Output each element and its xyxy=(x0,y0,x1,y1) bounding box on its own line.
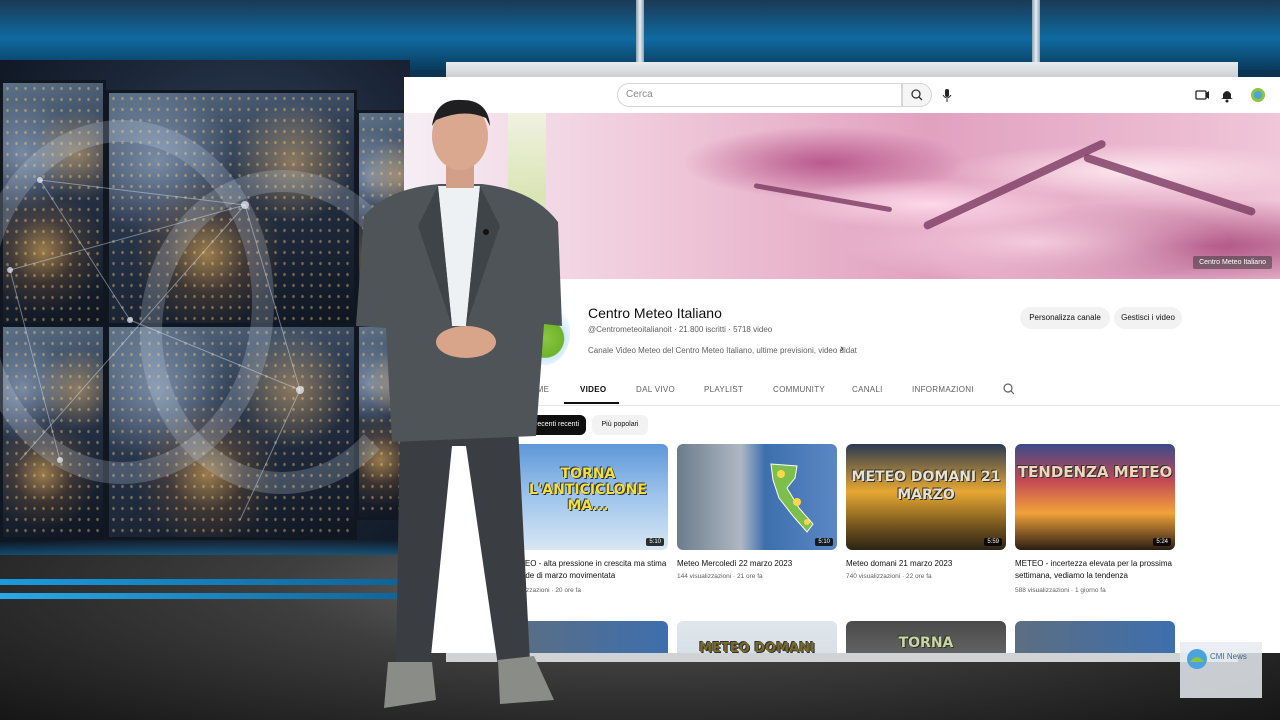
tab-community[interactable]: COMMUNITY xyxy=(773,385,825,394)
account-avatar-icon[interactable] xyxy=(1250,87,1266,103)
video-title[interactable]: Meteo domani 21 marzo 2023 xyxy=(846,558,1008,570)
chevron-right-icon[interactable]: › xyxy=(840,343,844,355)
video-thumbnail[interactable]: 5:10 xyxy=(677,444,837,550)
cherry-branch xyxy=(1082,153,1257,217)
search-input[interactable]: Cerca xyxy=(617,83,902,107)
create-video-icon[interactable] xyxy=(1194,87,1210,103)
video-thumbnail[interactable]: TENDENZA METEO 5:24 xyxy=(1015,444,1175,550)
channel-badge-text: CMI News xyxy=(1210,652,1247,661)
video-duration: 5:10 xyxy=(646,538,664,546)
chip-popular[interactable]: Più popolari xyxy=(592,415,648,435)
customize-channel-button[interactable]: Personalizza canale xyxy=(1020,307,1110,329)
tab-playlist[interactable]: PLAYLIST xyxy=(704,385,743,394)
tab-live[interactable]: DAL VIVO xyxy=(636,385,675,394)
monitor-bezel xyxy=(446,62,1238,78)
ceiling-support xyxy=(636,0,644,62)
channel-name: Centro Meteo Italiano xyxy=(588,305,722,321)
video-thumbnail[interactable] xyxy=(1015,621,1175,653)
thumbnail-text: TENDENZA METEO xyxy=(1017,463,1173,481)
tv-studio-scene: Cerca Centro Meteo Italiano Centro Meteo… xyxy=(0,0,1280,720)
cmi-logo-icon xyxy=(1187,649,1207,669)
video-meta: 588 visualizzazioni · 1 giorno fa xyxy=(1015,587,1106,594)
video-meta: 740 visualizzazioni · 22 ore fa xyxy=(846,573,932,580)
italy-map-thumbnail xyxy=(770,463,814,533)
video-thumbnail[interactable]: METEO DOMANI xyxy=(677,621,837,653)
microphone-icon[interactable] xyxy=(940,87,954,103)
search-icon xyxy=(911,89,923,101)
video-duration: 5:10 xyxy=(815,538,833,546)
channel-watermark: CMI News xyxy=(1180,642,1262,698)
video-thumbnail[interactable]: TORNA xyxy=(846,621,1006,653)
video-title[interactable]: METEO - incertezza elevata per la prossi… xyxy=(1015,558,1177,582)
tab-channels[interactable]: CANALI xyxy=(852,385,883,394)
banner-links[interactable]: Centro Meteo Italiano xyxy=(1193,256,1272,269)
search-icon[interactable] xyxy=(1002,382,1016,396)
video-title[interactable]: Meteo Mercoledì 22 marzo 2023 xyxy=(677,558,839,570)
thumbnail-text: TORNA xyxy=(898,635,954,651)
active-tab-indicator xyxy=(564,402,619,404)
video-duration: 5:59 xyxy=(984,538,1002,546)
video-meta: 144 visualizzazioni · 21 ore fa xyxy=(677,573,763,580)
manage-videos-button[interactable]: Gestisci i video xyxy=(1114,307,1182,329)
search-button[interactable] xyxy=(902,83,932,107)
channel-meta: @Centrometeoitalianoit · 21.800 iscritti… xyxy=(588,325,773,334)
thumbnail-text: METEO DOMANI xyxy=(699,641,815,653)
presenter-figure xyxy=(356,99,562,708)
ceiling-support xyxy=(1032,0,1040,62)
cherry-branch xyxy=(753,183,893,213)
video-duration: 5:24 xyxy=(1153,538,1171,546)
thumbnail-text: METEO DOMANI 21 MARZO xyxy=(851,469,1001,503)
tab-info[interactable]: INFORMAZIONI xyxy=(912,385,974,394)
cherry-branch xyxy=(922,138,1107,231)
channel-description[interactable]: Canale Video Meteo del Centro Meteo Ital… xyxy=(588,346,857,355)
video-thumbnail[interactable]: METEO DOMANI 21 MARZO 5:59 xyxy=(846,444,1006,550)
tab-video[interactable]: VIDEO xyxy=(580,385,606,394)
notifications-bell-icon[interactable] xyxy=(1219,87,1235,103)
